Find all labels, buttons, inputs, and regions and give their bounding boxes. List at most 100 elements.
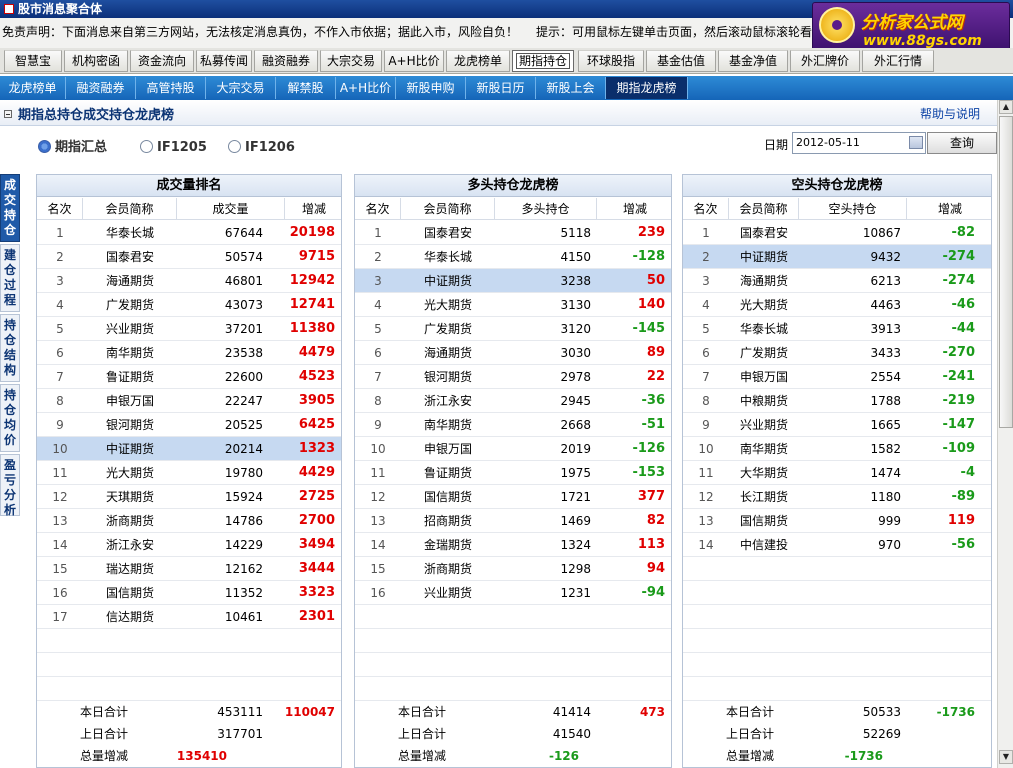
table-row[interactable]: 3 海通期货 46801 12942 [37, 269, 341, 293]
table-row[interactable]: 7 鲁证期货 22600 4523 [37, 365, 341, 389]
column-header[interactable]: 成交量 [177, 198, 285, 220]
side-tab[interactable]: 持仓结构 [0, 314, 20, 382]
top-tab[interactable]: 资金流向 [130, 50, 194, 72]
top-tab[interactable]: 智慧宝 [4, 50, 62, 72]
vertical-scrollbar[interactable]: ▲ ▼ [997, 100, 1013, 768]
top-tab[interactable]: 外汇行情 [862, 50, 934, 72]
scroll-up-arrow-icon[interactable]: ▲ [999, 100, 1013, 114]
top-tab[interactable]: 基金估值 [646, 50, 716, 72]
table-row[interactable]: 10 中证期货 20214 1323 [37, 437, 341, 461]
table-row[interactable]: 13 国信期货 999 119 [683, 509, 991, 533]
table-row[interactable]: 1 国泰君安 5118 239 [355, 221, 671, 245]
top-tab[interactable]: 机构密函 [64, 50, 128, 72]
top-tab[interactable]: 大宗交易 [320, 50, 382, 72]
radio-if1205[interactable]: IF1205 [140, 140, 207, 156]
column-header[interactable]: 增减 [597, 198, 671, 220]
table-row[interactable]: 14 中信建投 970 -56 [683, 533, 991, 557]
sub-tab[interactable]: 高管持股 [136, 77, 206, 99]
sub-tab[interactable]: 新股上会 [536, 77, 606, 99]
top-tab[interactable]: 融资融券 [254, 50, 318, 72]
query-button[interactable]: 查询 [927, 132, 997, 154]
table-row[interactable]: 11 光大期货 19780 4429 [37, 461, 341, 485]
table-row[interactable]: 12 长江期货 1180 -89 [683, 485, 991, 509]
table-row[interactable]: 17 信达期货 10461 2301 [37, 605, 341, 629]
table-row[interactable]: 3 中证期货 3238 50 [355, 269, 671, 293]
sub-tab[interactable]: 期指龙虎榜 [606, 77, 688, 99]
table-row[interactable]: 15 浙商期货 1298 94 [355, 557, 671, 581]
table-row[interactable]: 8 申银万国 22247 3905 [37, 389, 341, 413]
table-row[interactable]: 9 银河期货 20525 6425 [37, 413, 341, 437]
side-tab[interactable]: 持仓均价 [0, 384, 20, 452]
table-row[interactable]: 4 广发期货 43073 12741 [37, 293, 341, 317]
table-row[interactable]: 12 国信期货 1721 377 [355, 485, 671, 509]
table-row[interactable]: 9 兴业期货 1665 -147 [683, 413, 991, 437]
site-logo[interactable]: 分析家公式网 www.88gs.com [812, 2, 1010, 54]
calendar-icon[interactable] [909, 136, 923, 149]
sub-tab[interactable]: 解禁股 [276, 77, 336, 99]
table-row[interactable]: 15 瑞达期货 12162 3444 [37, 557, 341, 581]
sub-tab[interactable]: 新股申购 [396, 77, 466, 99]
table-row[interactable]: 2 中证期货 9432 -274 [683, 245, 991, 269]
table-row[interactable]: 4 光大期货 3130 140 [355, 293, 671, 317]
sub-tab[interactable]: A+H比价 [336, 77, 396, 99]
table-row[interactable]: 3 海通期货 6213 -274 [683, 269, 991, 293]
date-input[interactable]: 2012-05-11 [792, 132, 926, 154]
table-row[interactable]: 13 浙商期货 14786 2700 [37, 509, 341, 533]
column-header[interactable]: 会员简称 [401, 198, 495, 220]
side-tab[interactable]: 盈亏分析 [0, 454, 20, 517]
table-row[interactable]: 16 兴业期货 1231 -94 [355, 581, 671, 605]
table-row[interactable]: 8 浙江永安 2945 -36 [355, 389, 671, 413]
table-row[interactable]: 6 广发期货 3433 -270 [683, 341, 991, 365]
top-tab[interactable]: 龙虎榜单 [446, 50, 510, 72]
top-tab[interactable]: 外汇牌价 [790, 50, 860, 72]
table-row[interactable]: 8 中粮期货 1788 -219 [683, 389, 991, 413]
table-row[interactable]: 12 天琪期货 15924 2725 [37, 485, 341, 509]
column-header[interactable]: 名次 [683, 198, 729, 220]
top-tab[interactable]: 基金净值 [718, 50, 788, 72]
column-header[interactable]: 名次 [37, 198, 83, 220]
table-row[interactable]: 6 海通期货 3030 89 [355, 341, 671, 365]
table-row[interactable]: 14 浙江永安 14229 3494 [37, 533, 341, 557]
top-tab[interactable]: A+H比价 [384, 50, 444, 72]
column-header[interactable]: 名次 [355, 198, 401, 220]
table-row[interactable]: 10 南华期货 1582 -109 [683, 437, 991, 461]
table-row[interactable]: 5 华泰长城 3913 -44 [683, 317, 991, 341]
scroll-thumb[interactable] [999, 116, 1013, 428]
column-header[interactable]: 增减 [907, 198, 991, 220]
table-row[interactable]: 9 南华期货 2668 -51 [355, 413, 671, 437]
table-row[interactable]: 5 广发期货 3120 -145 [355, 317, 671, 341]
sub-tab[interactable]: 融资融券 [66, 77, 136, 99]
table-row[interactable]: 10 申银万国 2019 -126 [355, 437, 671, 461]
table-row[interactable]: 2 华泰长城 4150 -128 [355, 245, 671, 269]
column-header[interactable]: 空头持仓 [799, 198, 907, 220]
radio-summary[interactable]: 期指汇总 [38, 140, 107, 156]
sub-tab[interactable]: 新股日历 [466, 77, 536, 99]
side-tab[interactable]: 成交持仓 [0, 174, 20, 242]
table-row[interactable]: 16 国信期货 11352 3323 [37, 581, 341, 605]
collapse-icon[interactable] [4, 110, 12, 118]
column-header[interactable]: 增减 [285, 198, 341, 220]
table-row[interactable]: 5 兴业期货 37201 11380 [37, 317, 341, 341]
radio-if1206[interactable]: IF1206 [228, 140, 295, 156]
table-row[interactable]: 7 申银万国 2554 -241 [683, 365, 991, 389]
column-header[interactable]: 多头持仓 [495, 198, 597, 220]
top-tab[interactable]: 私募传闻 [196, 50, 252, 72]
table-row[interactable]: 1 华泰长城 67644 20198 [37, 221, 341, 245]
table-row[interactable]: 1 国泰君安 10867 -82 [683, 221, 991, 245]
table-row[interactable]: 11 大华期货 1474 -4 [683, 461, 991, 485]
table-row[interactable]: 7 银河期货 2978 22 [355, 365, 671, 389]
sub-tab[interactable]: 龙虎榜单 [0, 77, 66, 99]
table-row[interactable]: 4 光大期货 4463 -46 [683, 293, 991, 317]
help-link[interactable]: 帮助与说明 [920, 105, 980, 122]
column-header[interactable]: 会员简称 [729, 198, 799, 220]
sub-tab[interactable]: 大宗交易 [206, 77, 276, 99]
top-tab[interactable]: 期指持仓 [512, 50, 574, 72]
scroll-down-arrow-icon[interactable]: ▼ [999, 750, 1013, 764]
table-row[interactable]: 14 金瑞期货 1324 113 [355, 533, 671, 557]
table-row[interactable]: 13 招商期货 1469 82 [355, 509, 671, 533]
side-tab[interactable]: 建仓过程 [0, 244, 20, 312]
column-header[interactable]: 会员简称 [83, 198, 177, 220]
table-row[interactable]: 11 鲁证期货 1975 -153 [355, 461, 671, 485]
top-tab[interactable]: 环球股指 [578, 50, 644, 72]
table-row[interactable]: 2 国泰君安 50574 9715 [37, 245, 341, 269]
